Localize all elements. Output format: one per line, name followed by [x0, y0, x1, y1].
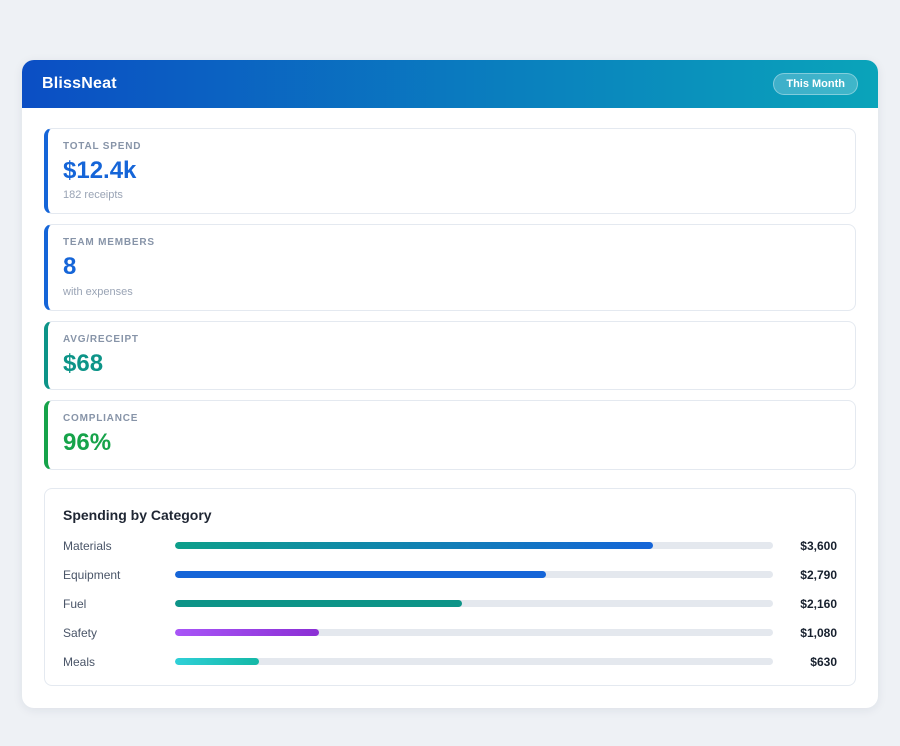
dashboard-card: BlissNeat This Month TOTAL SPEND $12.4k … [22, 60, 878, 708]
stat-label: COMPLIANCE [63, 413, 139, 425]
bar-fill-equipment [175, 571, 546, 579]
spending-by-category-card: Spending by Category Materials $3,600 Eq… [44, 487, 856, 686]
category-value: $630 [810, 654, 837, 669]
dashboard-body: TOTAL SPEND $12.4k 182 receipts TEAM MEM… [22, 108, 878, 708]
stat-subtitle: with expenses [63, 285, 133, 298]
stat-subtitle: 182 receipts [63, 189, 123, 202]
stat-label: TOTAL SPEND [63, 141, 142, 152]
category-value: $2,160 [800, 596, 837, 611]
header-bar: BlissNeat This Month [22, 60, 878, 108]
bar-fill-meals [175, 658, 259, 666]
category-row-meals: Meals $630 [63, 655, 837, 669]
stat-card-total-spend: TOTAL SPEND $12.4k 182 receipts [44, 128, 856, 215]
stat-card-team-members: TEAM MEMBERS 8 with expenses [44, 224, 856, 311]
stat-value: $68 [63, 349, 104, 377]
stats-section: TOTAL SPEND $12.4k 182 receipts TEAM MEM… [44, 128, 856, 470]
stat-card-compliance: COMPLIANCE 96% [44, 400, 856, 470]
page-background: BlissNeat This Month TOTAL SPEND $12.4k … [0, 0, 900, 746]
category-label: Meals [63, 654, 96, 669]
bar-track [175, 658, 773, 666]
category-row-fuel: Fuel $2,160 [63, 597, 837, 611]
category-label: Materials [63, 538, 112, 553]
category-row-safety: Safety $1,080 [63, 626, 837, 640]
stat-value: 8 [63, 253, 77, 281]
stat-value: 96% [63, 429, 112, 457]
bar-track [175, 571, 773, 579]
category-label: Safety [63, 625, 98, 640]
stat-label: AVG/RECEIPT [63, 333, 139, 345]
category-rows: Materials $3,600 Equipment $2,790 Fuel $… [63, 539, 837, 669]
bar-track [175, 542, 773, 550]
bar-track [175, 600, 773, 608]
app-title: BlissNeat [42, 75, 117, 92]
bar-track [175, 629, 773, 637]
bar-fill-safety [175, 629, 319, 637]
bar-fill-materials [175, 542, 654, 550]
category-row-equipment: Equipment $2,790 [63, 568, 837, 582]
category-value: $3,600 [800, 538, 837, 553]
category-row-materials: Materials $3,600 [63, 539, 837, 553]
period-badge[interactable]: This Month [773, 73, 858, 95]
category-label: Fuel [63, 596, 87, 611]
category-value: $2,790 [800, 567, 837, 582]
category-value: $1,080 [800, 625, 837, 640]
stat-card-avg-receipt: AVG/RECEIPT $68 [44, 320, 856, 391]
stat-label: TEAM MEMBERS [63, 237, 155, 249]
bar-fill-fuel [175, 600, 463, 608]
stat-value: $12.4k [63, 157, 137, 184]
spending-title: Spending by Category [63, 506, 212, 523]
category-label: Equipment [63, 567, 121, 582]
